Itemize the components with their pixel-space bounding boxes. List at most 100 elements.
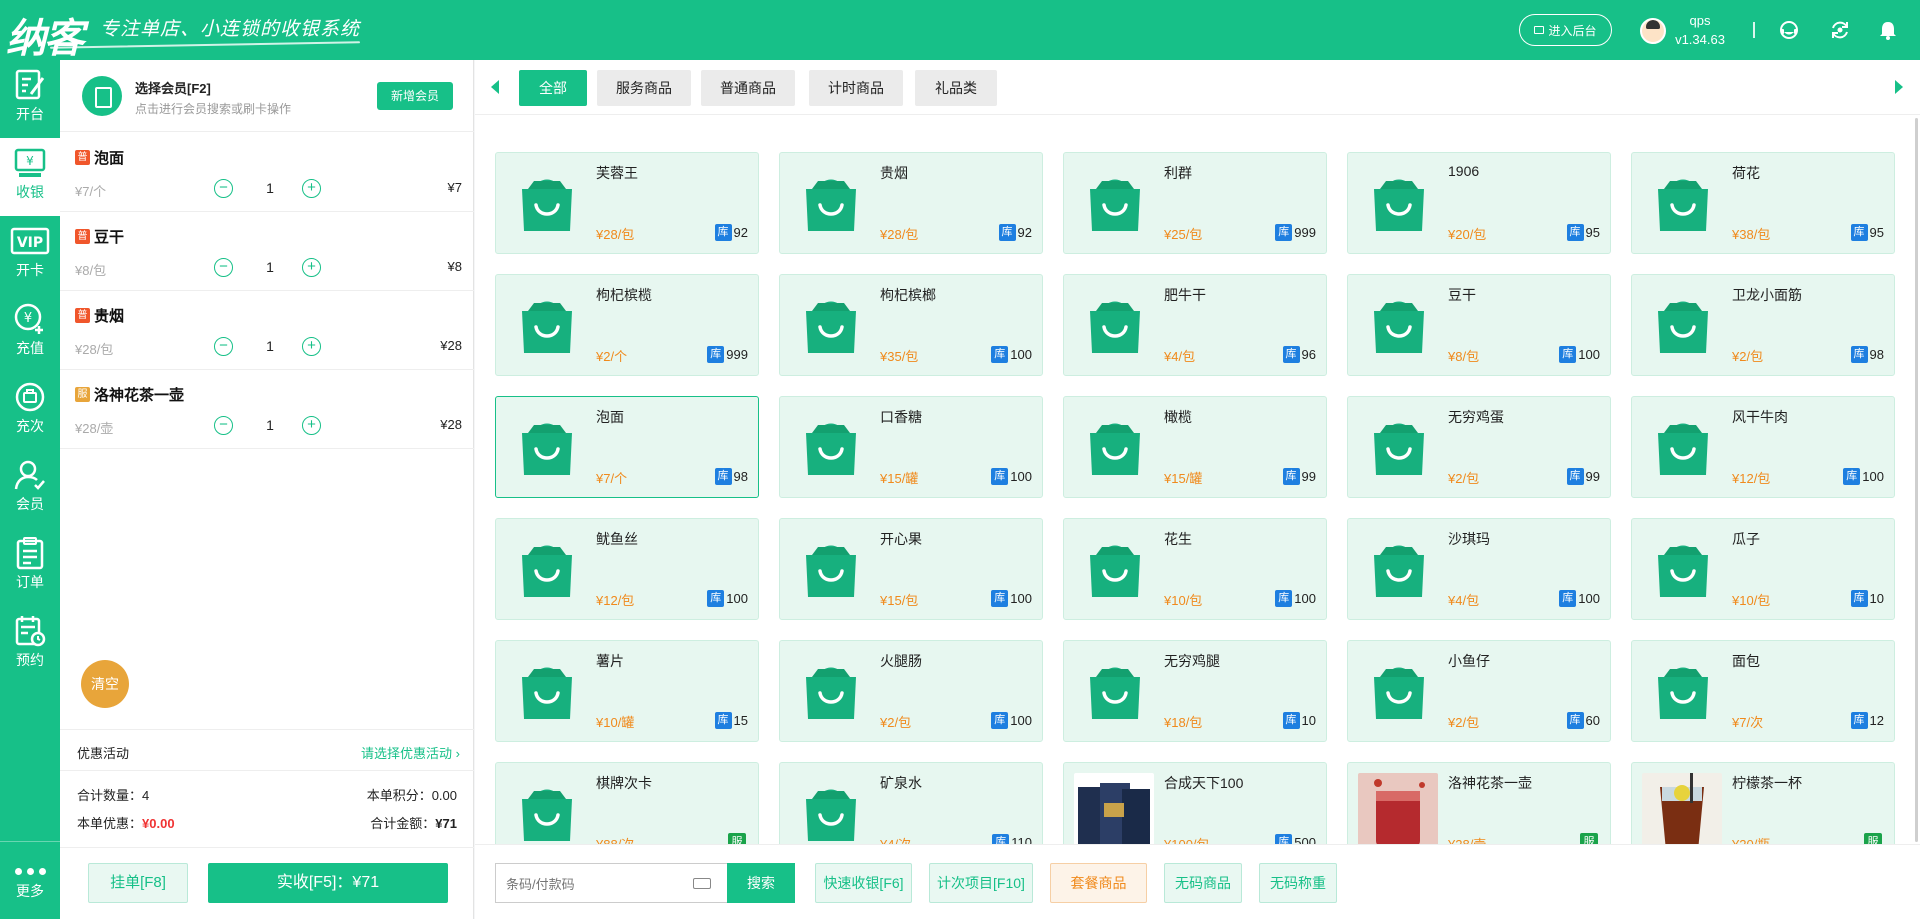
nav-item-open-table[interactable]: 开台 bbox=[0, 60, 60, 138]
increase-qty-button[interactable]: + bbox=[302, 416, 321, 435]
product-card[interactable]: 芙蓉王 ¥28/包 库 92 bbox=[495, 152, 759, 254]
cart-item-qty[interactable]: 1 bbox=[260, 180, 280, 196]
nav-item-appointment[interactable]: 预约 bbox=[0, 606, 60, 684]
member-selector[interactable]: 选择会员[F2] 点击进行会员搜索或刷卡操作 新增会员 bbox=[60, 60, 474, 132]
product-card[interactable]: 枸杞槟榔 ¥35/包 库 100 bbox=[779, 274, 1043, 376]
cart-item[interactable]: 服 洛神花茶一壶 ¥28/壶 − 1 + ¥28 bbox=[60, 370, 474, 449]
decrease-qty-button[interactable]: − bbox=[214, 337, 233, 356]
product-name: 枸杞槟榄 bbox=[596, 287, 652, 303]
product-card[interactable]: 火腿肠 ¥2/包 库 100 bbox=[779, 640, 1043, 742]
product-card[interactable]: 贵烟 ¥28/包 库 92 bbox=[779, 152, 1043, 254]
cart-item[interactable]: 普 泡面 ¥7/个 − 1 + ¥7 bbox=[60, 133, 474, 212]
product-card[interactable]: 肥牛干 ¥4/包 库 96 bbox=[1063, 274, 1327, 376]
nav-item-cashier[interactable]: ¥ 收银 bbox=[0, 138, 60, 216]
keyboard-icon[interactable] bbox=[693, 878, 711, 889]
sync-icon[interactable] bbox=[1829, 19, 1851, 41]
product-stock: 库 500 bbox=[1275, 834, 1316, 844]
stock-badge: 库 bbox=[991, 590, 1009, 607]
decrease-qty-button[interactable]: − bbox=[214, 258, 233, 277]
order-discount: 本单优惠：¥0.00 bbox=[77, 816, 175, 831]
product-card[interactable]: 沙琪玛 ¥4/包 库 100 bbox=[1347, 518, 1611, 620]
product-card[interactable]: 卫龙小面筋 ¥2/包 库 98 bbox=[1631, 274, 1895, 376]
product-card[interactable]: 泡面 ¥7/个 库 98 bbox=[495, 396, 759, 498]
product-card[interactable]: 花生 ¥10/包 库 100 bbox=[1063, 518, 1327, 620]
decrease-qty-button[interactable]: − bbox=[214, 416, 233, 435]
appointment-icon bbox=[15, 616, 46, 647]
product-card[interactable]: 荷花 ¥38/包 库 95 bbox=[1631, 152, 1895, 254]
user-avatar[interactable] bbox=[1640, 18, 1666, 44]
product-card[interactable]: 矿泉水 ¥4/次 库110 bbox=[779, 762, 1043, 844]
tabs-scroll-left-icon[interactable] bbox=[491, 80, 499, 94]
shopping-bag-icon bbox=[798, 171, 864, 237]
product-grid-scrollbar[interactable] bbox=[1915, 118, 1918, 842]
headset-icon[interactable] bbox=[1778, 19, 1800, 41]
nav-item-count-recharge[interactable]: 充次 bbox=[0, 372, 60, 450]
promotion-row[interactable]: 优惠活动 请选择优惠活动 › bbox=[60, 729, 474, 771]
hang-order-button[interactable]: 挂单[F8] bbox=[88, 863, 188, 903]
nav-item-open-card[interactable]: VIP 开卡 bbox=[0, 216, 60, 294]
product-card[interactable]: 无穷鸡蛋 ¥2/包 库 99 bbox=[1347, 396, 1611, 498]
checkout-button[interactable]: 实收[F5]：¥71 bbox=[208, 863, 448, 903]
nav-item-orders[interactable]: 订单 bbox=[0, 528, 60, 606]
stock-count: 95 bbox=[1869, 225, 1884, 240]
quick-checkout-button[interactable]: 快速收银[F6] bbox=[815, 863, 912, 903]
product-card[interactable]: 枸杞槟榄 ¥2/个 库 999 bbox=[495, 274, 759, 376]
product-name: 棋牌次卡 bbox=[596, 775, 652, 791]
cart-item-qty[interactable]: 1 bbox=[260, 417, 280, 433]
product-card[interactable]: 利群 ¥25/包 库 999 bbox=[1063, 152, 1327, 254]
product-card[interactable]: 豆干 ¥8/包 库 100 bbox=[1347, 274, 1611, 376]
tab-timed-goods[interactable]: 计时商品 bbox=[809, 70, 903, 106]
barcode-input[interactable] bbox=[506, 874, 666, 894]
product-card[interactable]: 洛神花茶一壶 ¥28/壶 服 bbox=[1347, 762, 1611, 844]
stock-count: 100 bbox=[1010, 469, 1032, 484]
cart-item-qty[interactable]: 1 bbox=[260, 338, 280, 354]
nav-item-recharge[interactable]: ¥ 充值 bbox=[0, 294, 60, 372]
product-card[interactable]: 1906 ¥20/包 库 95 bbox=[1347, 152, 1611, 254]
nav-item-more[interactable]: 更多 bbox=[0, 841, 60, 919]
count-items-button[interactable]: 计次项目[F10] bbox=[929, 863, 1033, 903]
product-card[interactable]: 橄榄 ¥15/罐 库 99 bbox=[1063, 396, 1327, 498]
search-button[interactable]: 搜索 bbox=[727, 863, 795, 903]
increase-qty-button[interactable]: + bbox=[302, 179, 321, 198]
stock-badge: 库 bbox=[1275, 224, 1293, 241]
cart-item-name: 洛神花茶一壶 bbox=[94, 387, 185, 404]
increase-qty-button[interactable]: + bbox=[302, 258, 321, 277]
tab-service-goods[interactable]: 服务商品 bbox=[597, 70, 691, 106]
product-card[interactable]: 小鱼仔 ¥2/包 库 60 bbox=[1347, 640, 1611, 742]
product-card[interactable]: 无穷鸡腿 ¥18/包 库 10 bbox=[1063, 640, 1327, 742]
enter-backend-button[interactable]: 进入后台 bbox=[1519, 14, 1612, 46]
table-icon bbox=[15, 69, 45, 100]
product-card[interactable]: 开心果 ¥15/包 库 100 bbox=[779, 518, 1043, 620]
increase-qty-button[interactable]: + bbox=[302, 337, 321, 356]
clear-cart-button[interactable]: 清空 bbox=[81, 660, 129, 708]
decrease-qty-button[interactable]: − bbox=[214, 179, 233, 198]
product-card[interactable]: 合成天下100 ¥100/包 库500 bbox=[1063, 762, 1327, 844]
product-card[interactable]: 面包 ¥7/次 库 12 bbox=[1631, 640, 1895, 742]
select-promotion-link[interactable]: 请选择优惠活动 › bbox=[361, 743, 460, 762]
no-barcode-goods-button[interactable]: 无码商品 bbox=[1164, 863, 1242, 903]
cart-item[interactable]: 普 贵烟 ¥28/包 − 1 + ¥28 bbox=[60, 291, 474, 370]
no-barcode-weighing-button[interactable]: 无码称重 bbox=[1259, 863, 1337, 903]
nav-item-member[interactable]: 会员 bbox=[0, 450, 60, 528]
product-name: 合成天下100 bbox=[1164, 775, 1244, 791]
cart-item[interactable]: 普 豆干 ¥8/包 − 1 + ¥8 bbox=[60, 212, 474, 291]
product-card[interactable]: 薯片 ¥10/罐 库 15 bbox=[495, 640, 759, 742]
product-name: 鱿鱼丝 bbox=[596, 531, 638, 547]
product-price: ¥10/罐 bbox=[596, 715, 635, 730]
add-member-button[interactable]: 新增会员 bbox=[377, 82, 453, 110]
stock-badge: 库 bbox=[714, 712, 732, 729]
tab-normal-goods[interactable]: 普通商品 bbox=[701, 70, 795, 106]
barcode-search-box[interactable] bbox=[495, 863, 727, 903]
product-card[interactable]: 风干牛肉 ¥12/包 库 100 bbox=[1631, 396, 1895, 498]
product-card[interactable]: 瓜子 ¥10/包 库 10 bbox=[1631, 518, 1895, 620]
tabs-scroll-right-icon[interactable] bbox=[1895, 80, 1903, 94]
tab-all[interactable]: 全部 bbox=[519, 70, 587, 106]
product-card[interactable]: 口香糖 ¥15/罐 库 100 bbox=[779, 396, 1043, 498]
bell-icon[interactable] bbox=[1877, 19, 1899, 41]
package-goods-button[interactable]: 套餐商品 bbox=[1050, 863, 1147, 903]
cart-item-qty[interactable]: 1 bbox=[260, 259, 280, 275]
product-card[interactable]: 柠檬茶一杯 ¥20/瓶 服 bbox=[1631, 762, 1895, 844]
tab-gifts[interactable]: 礼品类 bbox=[915, 70, 997, 106]
product-card[interactable]: 棋牌次卡 ¥88/次 服 bbox=[495, 762, 759, 844]
product-card[interactable]: 鱿鱼丝 ¥12/包 库 100 bbox=[495, 518, 759, 620]
